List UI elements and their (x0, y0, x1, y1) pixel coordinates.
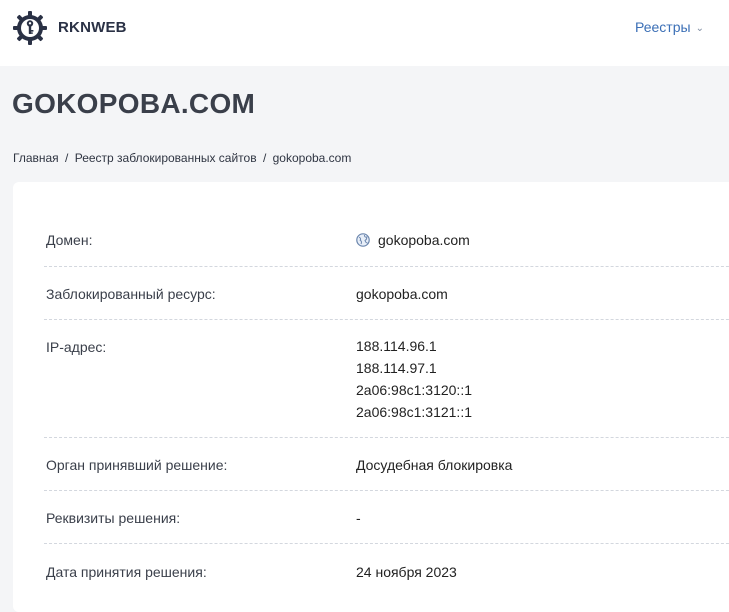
authority-label: Орган принявший решение: (46, 457, 228, 473)
requisites-label: Реквизиты решения: (46, 510, 181, 526)
domain-label: Домен: (46, 232, 93, 248)
top-header: RKNWEB Реестры ⌄ (0, 0, 729, 66)
breadcrumb-home[interactable]: Главная (13, 151, 59, 165)
details-card: Домен: gokopoba.com Заблокированный ресу… (13, 182, 729, 612)
detail-row-requisites: Реквизиты решения: - (44, 491, 729, 544)
detail-row-ip: IP-адрес: 188.114.96.1 188.114.97.1 2a06… (44, 320, 729, 438)
breadcrumb-current: gokopoba.com (272, 151, 352, 165)
detail-row-domain: Домен: gokopoba.com (44, 182, 729, 267)
detail-row-blocked-resource: Заблокированный ресурс: gokopoba.com (44, 267, 729, 320)
detail-row-decision-date: Дата принятия решения: 24 ноября 2023 (44, 544, 729, 604)
registries-menu[interactable]: Реестры ⌄ (635, 19, 704, 35)
blocked-resource-value: gokopoba.com (356, 286, 448, 302)
detail-row-authority: Орган принявший решение: Досудебная блок… (44, 438, 729, 491)
decision-date-label: Дата принятия решения: (46, 564, 207, 580)
blocked-resource-label: Заблокированный ресурс: (46, 286, 216, 302)
brand-name[interactable]: RKNWEB (58, 19, 127, 36)
ip-label: IP-адрес: (46, 339, 107, 355)
domain-value: gokopoba.com (356, 232, 470, 248)
requisites-value: - (356, 510, 361, 526)
ip-address: 2a06:98c1:3120::1 (356, 382, 472, 398)
registries-menu-label: Реестры (635, 19, 691, 35)
ip-address: 188.114.97.1 (356, 360, 437, 376)
authority-value: Досудебная блокировка (356, 457, 513, 473)
decision-date-value: 24 ноября 2023 (356, 564, 457, 580)
rknweb-logo-icon[interactable] (12, 10, 48, 46)
ip-address: 188.114.96.1 (356, 338, 437, 354)
globe-icon (356, 233, 370, 247)
ip-values: 188.114.96.1 188.114.97.1 2a06:98c1:3120… (356, 335, 472, 423)
breadcrumb-separator: / (262, 151, 267, 165)
domain-text[interactable]: gokopoba.com (378, 232, 470, 248)
ip-address: 2a06:98c1:3121::1 (356, 404, 472, 420)
breadcrumb-separator: / (65, 151, 69, 165)
page-title: GOKOPOBA.COM (12, 88, 256, 119)
chevron-down-icon: ⌄ (695, 23, 704, 34)
breadcrumb: Главная / Реестр заблокированных сайтов … (13, 151, 351, 165)
breadcrumb-registry[interactable]: Реестр заблокированных сайтов (75, 151, 257, 165)
